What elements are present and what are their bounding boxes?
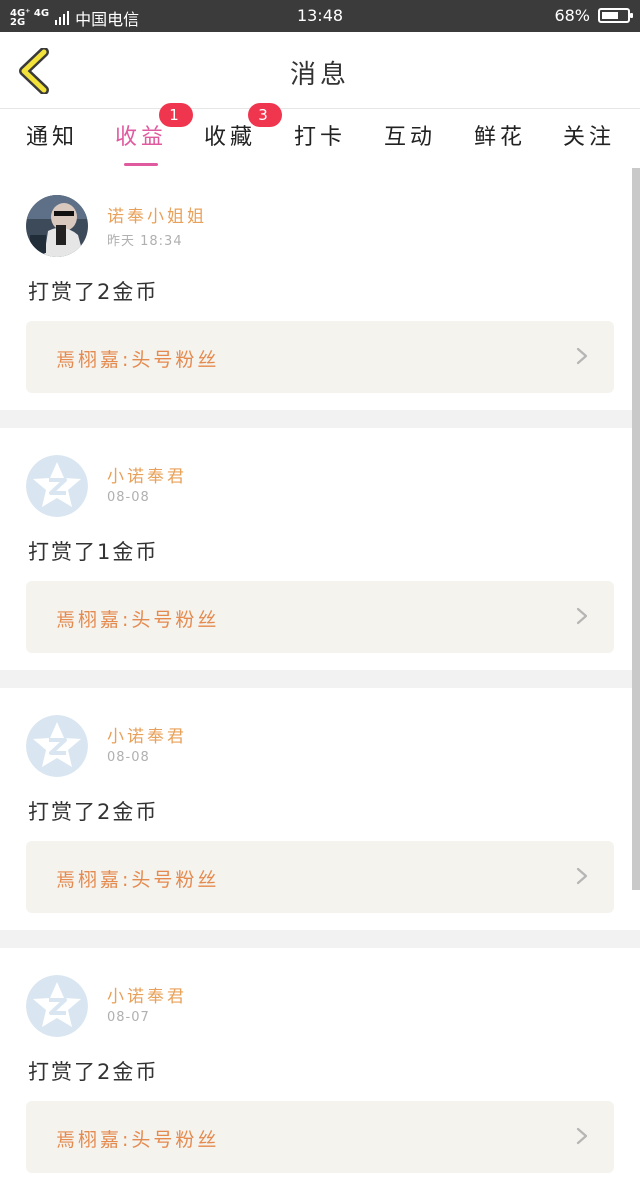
- message-time: 08-07: [107, 1010, 150, 1025]
- linked-post-card[interactable]: 焉栩嘉:头号粉丝: [26, 841, 614, 913]
- list-item: 小诺奉君 08-08 打赏了2金币 焉栩嘉:头号粉丝: [0, 688, 640, 930]
- message-list: 诺奉小姐姐 昨天 18:34 打赏了2金币 焉栩嘉:头号粉丝 小诺奉君 08-0…: [0, 168, 640, 1190]
- scrollbar[interactable]: [632, 168, 640, 890]
- tab-label: 收益: [114, 125, 167, 150]
- divider: [0, 670, 640, 688]
- tab-notifications[interactable]: 通知: [12, 119, 92, 151]
- sender-name[interactable]: 小诺奉君: [107, 722, 187, 747]
- message-text: 打赏了2金币: [28, 800, 159, 824]
- avatar[interactable]: [26, 975, 88, 1037]
- tab-interactions[interactable]: 互动: [370, 119, 450, 151]
- battery-fill: [602, 12, 619, 19]
- message-time: 08-08: [107, 490, 150, 505]
- tab-bar: 通知 收益 1 收藏 3 打卡 互动 鲜花 关注: [0, 103, 640, 167]
- tab-label: 收藏: [203, 125, 256, 150]
- tab-badge: 1: [159, 103, 193, 127]
- default-qq-icon: [26, 715, 88, 777]
- chevron-right-icon: [576, 867, 588, 885]
- sender-name[interactable]: 小诺奉君: [107, 982, 187, 1007]
- linked-post-card[interactable]: 焉栩嘉:头号粉丝: [26, 321, 614, 393]
- linked-post-text: 焉栩嘉:头号粉丝: [56, 1129, 220, 1151]
- avatar[interactable]: [26, 455, 88, 517]
- chevron-right-icon: [576, 347, 588, 365]
- battery-icon: [598, 8, 633, 23]
- tab-favorites[interactable]: 收藏 3: [190, 103, 282, 151]
- linked-post-card[interactable]: 焉栩嘉:头号粉丝: [26, 581, 614, 653]
- tab-label: 打卡: [293, 125, 346, 150]
- list-item: 小诺奉君 08-07 打赏了2金币 焉栩嘉:头号粉丝: [0, 948, 640, 1190]
- page-title: 消息: [289, 60, 350, 90]
- status-time: 13:48: [296, 6, 344, 25]
- chevron-right-icon: [576, 1127, 588, 1145]
- message-text: 打赏了1金币: [28, 540, 159, 564]
- linked-post-text: 焉栩嘉:头号粉丝: [56, 869, 220, 891]
- chevron-right-icon: [576, 607, 588, 625]
- message-text: 打赏了2金币: [28, 280, 159, 304]
- list-item: 小诺奉君 08-08 打赏了1金币 焉栩嘉:头号粉丝: [0, 428, 640, 670]
- tab-label: 互动: [383, 125, 436, 150]
- status-bar: 4G⁺ 4G 2G 中国电信 13:48 68%: [0, 0, 640, 32]
- tab-badge: 3: [248, 103, 282, 127]
- tab-checkin[interactable]: 打卡: [280, 119, 360, 151]
- tab-earnings[interactable]: 收益 1: [101, 103, 193, 166]
- linked-post-text: 焉栩嘉:头号粉丝: [56, 349, 220, 371]
- tab-label: 通知: [25, 125, 78, 150]
- header: 消息: [0, 32, 640, 109]
- linked-post-card[interactable]: 焉栩嘉:头号粉丝: [26, 1101, 614, 1173]
- tab-label: 关注: [562, 125, 615, 150]
- default-qq-icon: [26, 455, 88, 517]
- battery-percent: 68%: [554, 6, 590, 25]
- tab-label: 鲜花: [473, 125, 526, 150]
- tab-flowers[interactable]: 鲜花: [460, 119, 540, 151]
- message-text: 打赏了2金币: [28, 1060, 159, 1084]
- avatar[interactable]: [26, 715, 88, 777]
- avatar[interactable]: [26, 195, 88, 257]
- list-item: 诺奉小姐姐 昨天 18:34 打赏了2金币 焉栩嘉:头号粉丝: [0, 168, 640, 410]
- sender-name[interactable]: 诺奉小姐姐: [107, 202, 207, 227]
- sender-name[interactable]: 小诺奉君: [107, 462, 187, 487]
- message-time: 昨天 18:34: [107, 234, 183, 249]
- default-qq-icon: [26, 975, 88, 1037]
- tab-follow[interactable]: 关注: [549, 119, 629, 151]
- message-time: 08-08: [107, 750, 150, 765]
- linked-post-text: 焉栩嘉:头号粉丝: [56, 609, 220, 631]
- active-tab-indicator: [124, 163, 158, 166]
- status-right: 68%: [554, 6, 633, 25]
- divider: [0, 410, 640, 428]
- user-photo-icon: [26, 195, 88, 257]
- divider: [0, 930, 640, 948]
